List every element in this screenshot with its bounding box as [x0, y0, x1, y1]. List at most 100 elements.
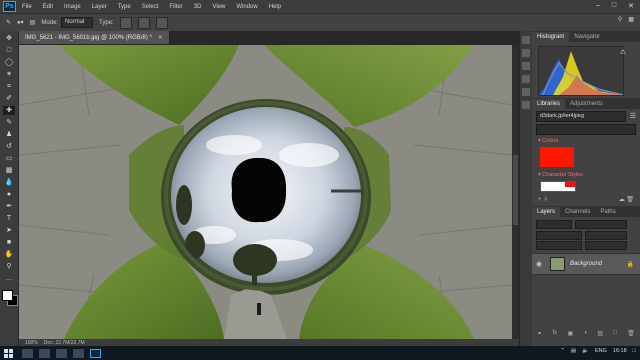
menu-filter[interactable]: Filter [169, 4, 182, 10]
library-color-swatch[interactable] [540, 147, 574, 167]
properties-panel-icon[interactable] [522, 49, 530, 57]
eraser-tool-icon[interactable]: ▭ [3, 154, 15, 163]
menu-help[interactable]: Help [269, 4, 281, 10]
adjustment-layer-icon[interactable]: ◑ [583, 330, 587, 340]
add-content-icon[interactable]: + ⇩ [538, 196, 548, 203]
info-panel-icon[interactable] [522, 62, 530, 70]
task-view-icon[interactable] [22, 348, 33, 358]
move-tool-icon[interactable]: ✥ [3, 34, 15, 43]
blend-mode-select[interactable] [536, 231, 582, 240]
crop-tool-icon[interactable]: ⌗ [3, 82, 15, 91]
warning-icon[interactable]: ⚠ [620, 48, 626, 56]
brush-tool-icon[interactable]: ✎ [6, 19, 11, 26]
foreground-color-swatch[interactable] [2, 290, 13, 301]
tray-arrow-icon[interactable]: ⌃ [560, 348, 565, 354]
close-icon[interactable]: ✕ [628, 2, 634, 10]
lock-icon[interactable]: 🔒 [627, 261, 634, 268]
workspace-icon[interactable]: ▦ [628, 16, 634, 23]
tab-paths[interactable]: Paths [595, 207, 620, 217]
pen-tool-icon[interactable]: ✒ [3, 202, 15, 211]
gradient-tool-icon[interactable]: ▩ [3, 166, 15, 175]
hand-tool-icon[interactable]: ✋ [3, 250, 15, 259]
menu-layer[interactable]: Layer [92, 4, 107, 10]
brush-panel-icon[interactable]: ▤ [30, 19, 36, 26]
volume-icon[interactable]: 🔈 [582, 348, 589, 354]
blur-tool-icon[interactable]: 💧 [3, 178, 15, 187]
fill-field[interactable] [585, 241, 627, 250]
eyedropper-tool-icon[interactable]: ✐ [3, 94, 15, 103]
menu-file[interactable]: File [22, 4, 32, 10]
search-icon[interactable]: ⚲ [618, 16, 622, 23]
new-group-icon[interactable]: ▧ [597, 330, 603, 340]
zoom-tool-icon[interactable]: ⚲ [3, 262, 15, 271]
link-layers-icon[interactable]: ⚭ [537, 330, 542, 340]
lock-icons[interactable] [536, 241, 582, 250]
tab-libraries[interactable]: Libraries [532, 99, 566, 109]
photoshop-taskbar-icon[interactable] [90, 348, 101, 358]
dodge-tool-icon[interactable]: ● [3, 190, 15, 199]
image-canvas[interactable] [19, 45, 512, 339]
more-tools-icon[interactable]: … [3, 274, 15, 283]
notifications-icon[interactable]: □ [633, 348, 636, 354]
library-search-input[interactable] [536, 123, 636, 135]
healing-type-icon[interactable] [119, 16, 132, 29]
browser-icon[interactable] [39, 348, 50, 358]
opacity-field[interactable] [585, 231, 627, 240]
pressure-size-icon[interactable] [155, 16, 168, 29]
paragraph-panel-icon[interactable] [522, 101, 530, 109]
zoom-level[interactable]: 100% [25, 340, 38, 346]
menu-window[interactable]: Window [236, 4, 257, 10]
document-info[interactable]: Doc: 22.7M/22.7M [44, 340, 85, 346]
brush-tool-icon[interactable]: ✎ [3, 118, 15, 127]
history-brush-tool-icon[interactable]: ↺ [3, 142, 15, 151]
clock[interactable]: 16:18 [613, 348, 627, 354]
language-indicator[interactable]: ENG [595, 348, 607, 354]
clone-stamp-tool-icon[interactable]: ♟ [3, 130, 15, 139]
mode-select[interactable]: Normal [61, 17, 94, 28]
history-panel-icon[interactable] [522, 36, 530, 44]
marquee-tool-icon[interactable]: □ [3, 46, 15, 55]
library-select[interactable]: d3dark.jp/ter4jpeg [536, 110, 626, 122]
menu-type[interactable]: Type [118, 4, 131, 10]
list-view-icon[interactable]: ☰ [630, 112, 636, 120]
layer-filter-select[interactable] [536, 220, 572, 229]
vertical-scrollbar[interactable] [512, 45, 519, 339]
menu-image[interactable]: Image [64, 4, 81, 10]
cloud-sync-icon[interactable]: ☁ 🗑 [619, 196, 634, 203]
delete-layer-icon[interactable]: 🗑 [627, 330, 635, 340]
menu-view[interactable]: View [212, 4, 225, 10]
brush-presets-icon[interactable] [522, 88, 530, 96]
minimize-icon[interactable]: – [596, 2, 600, 10]
tab-channels[interactable]: Channels [560, 207, 595, 217]
menu-edit[interactable]: Edit [43, 4, 53, 10]
menu-select[interactable]: Select [142, 4, 159, 10]
character-styles-section-label[interactable]: ▾ Character Styles [532, 169, 640, 178]
layer-style-icon[interactable]: fx [552, 330, 557, 340]
tab-layers[interactable]: Layers [532, 207, 561, 217]
store-icon[interactable] [73, 348, 84, 358]
actions-panel-icon[interactable] [522, 75, 530, 83]
add-mask-icon[interactable]: ▣ [567, 330, 573, 340]
document-tab[interactable]: IMG_5621 - IMG_5601b.jpg @ 100% (RGB/8) … [19, 31, 170, 44]
windows-start-icon[interactable] [0, 346, 16, 360]
path-select-tool-icon[interactable]: ➤ [3, 226, 15, 235]
tab-close-icon[interactable]: ✕ [158, 34, 163, 41]
color-swatches[interactable] [1, 289, 18, 306]
colors-section-label[interactable]: ▾ Colors [532, 135, 640, 144]
brush-preset-picker[interactable]: ●▾ [17, 19, 24, 26]
new-layer-icon[interactable]: □ [613, 330, 617, 340]
lasso-tool-icon[interactable]: ◯ [3, 58, 15, 67]
menu-3d[interactable]: 3D [194, 4, 202, 10]
visibility-eye-icon[interactable]: ◉ [532, 260, 546, 268]
file-explorer-icon[interactable] [56, 348, 67, 358]
layer-row-background[interactable]: ◉ Background 🔒 [532, 253, 640, 275]
tab-adjustments[interactable]: Adjustments [565, 99, 608, 109]
quick-select-tool-icon[interactable]: ✶ [3, 70, 15, 79]
maximize-icon[interactable]: □ [612, 2, 616, 10]
tab-navigator[interactable]: Navigator [569, 32, 605, 42]
tab-histogram[interactable]: Histogram [532, 32, 570, 42]
sample-all-icon[interactable] [137, 16, 150, 29]
network-icon[interactable]: ▤ [571, 348, 576, 354]
layer-filter-icons[interactable] [575, 220, 627, 229]
scrollbar-thumb[interactable] [513, 155, 518, 225]
